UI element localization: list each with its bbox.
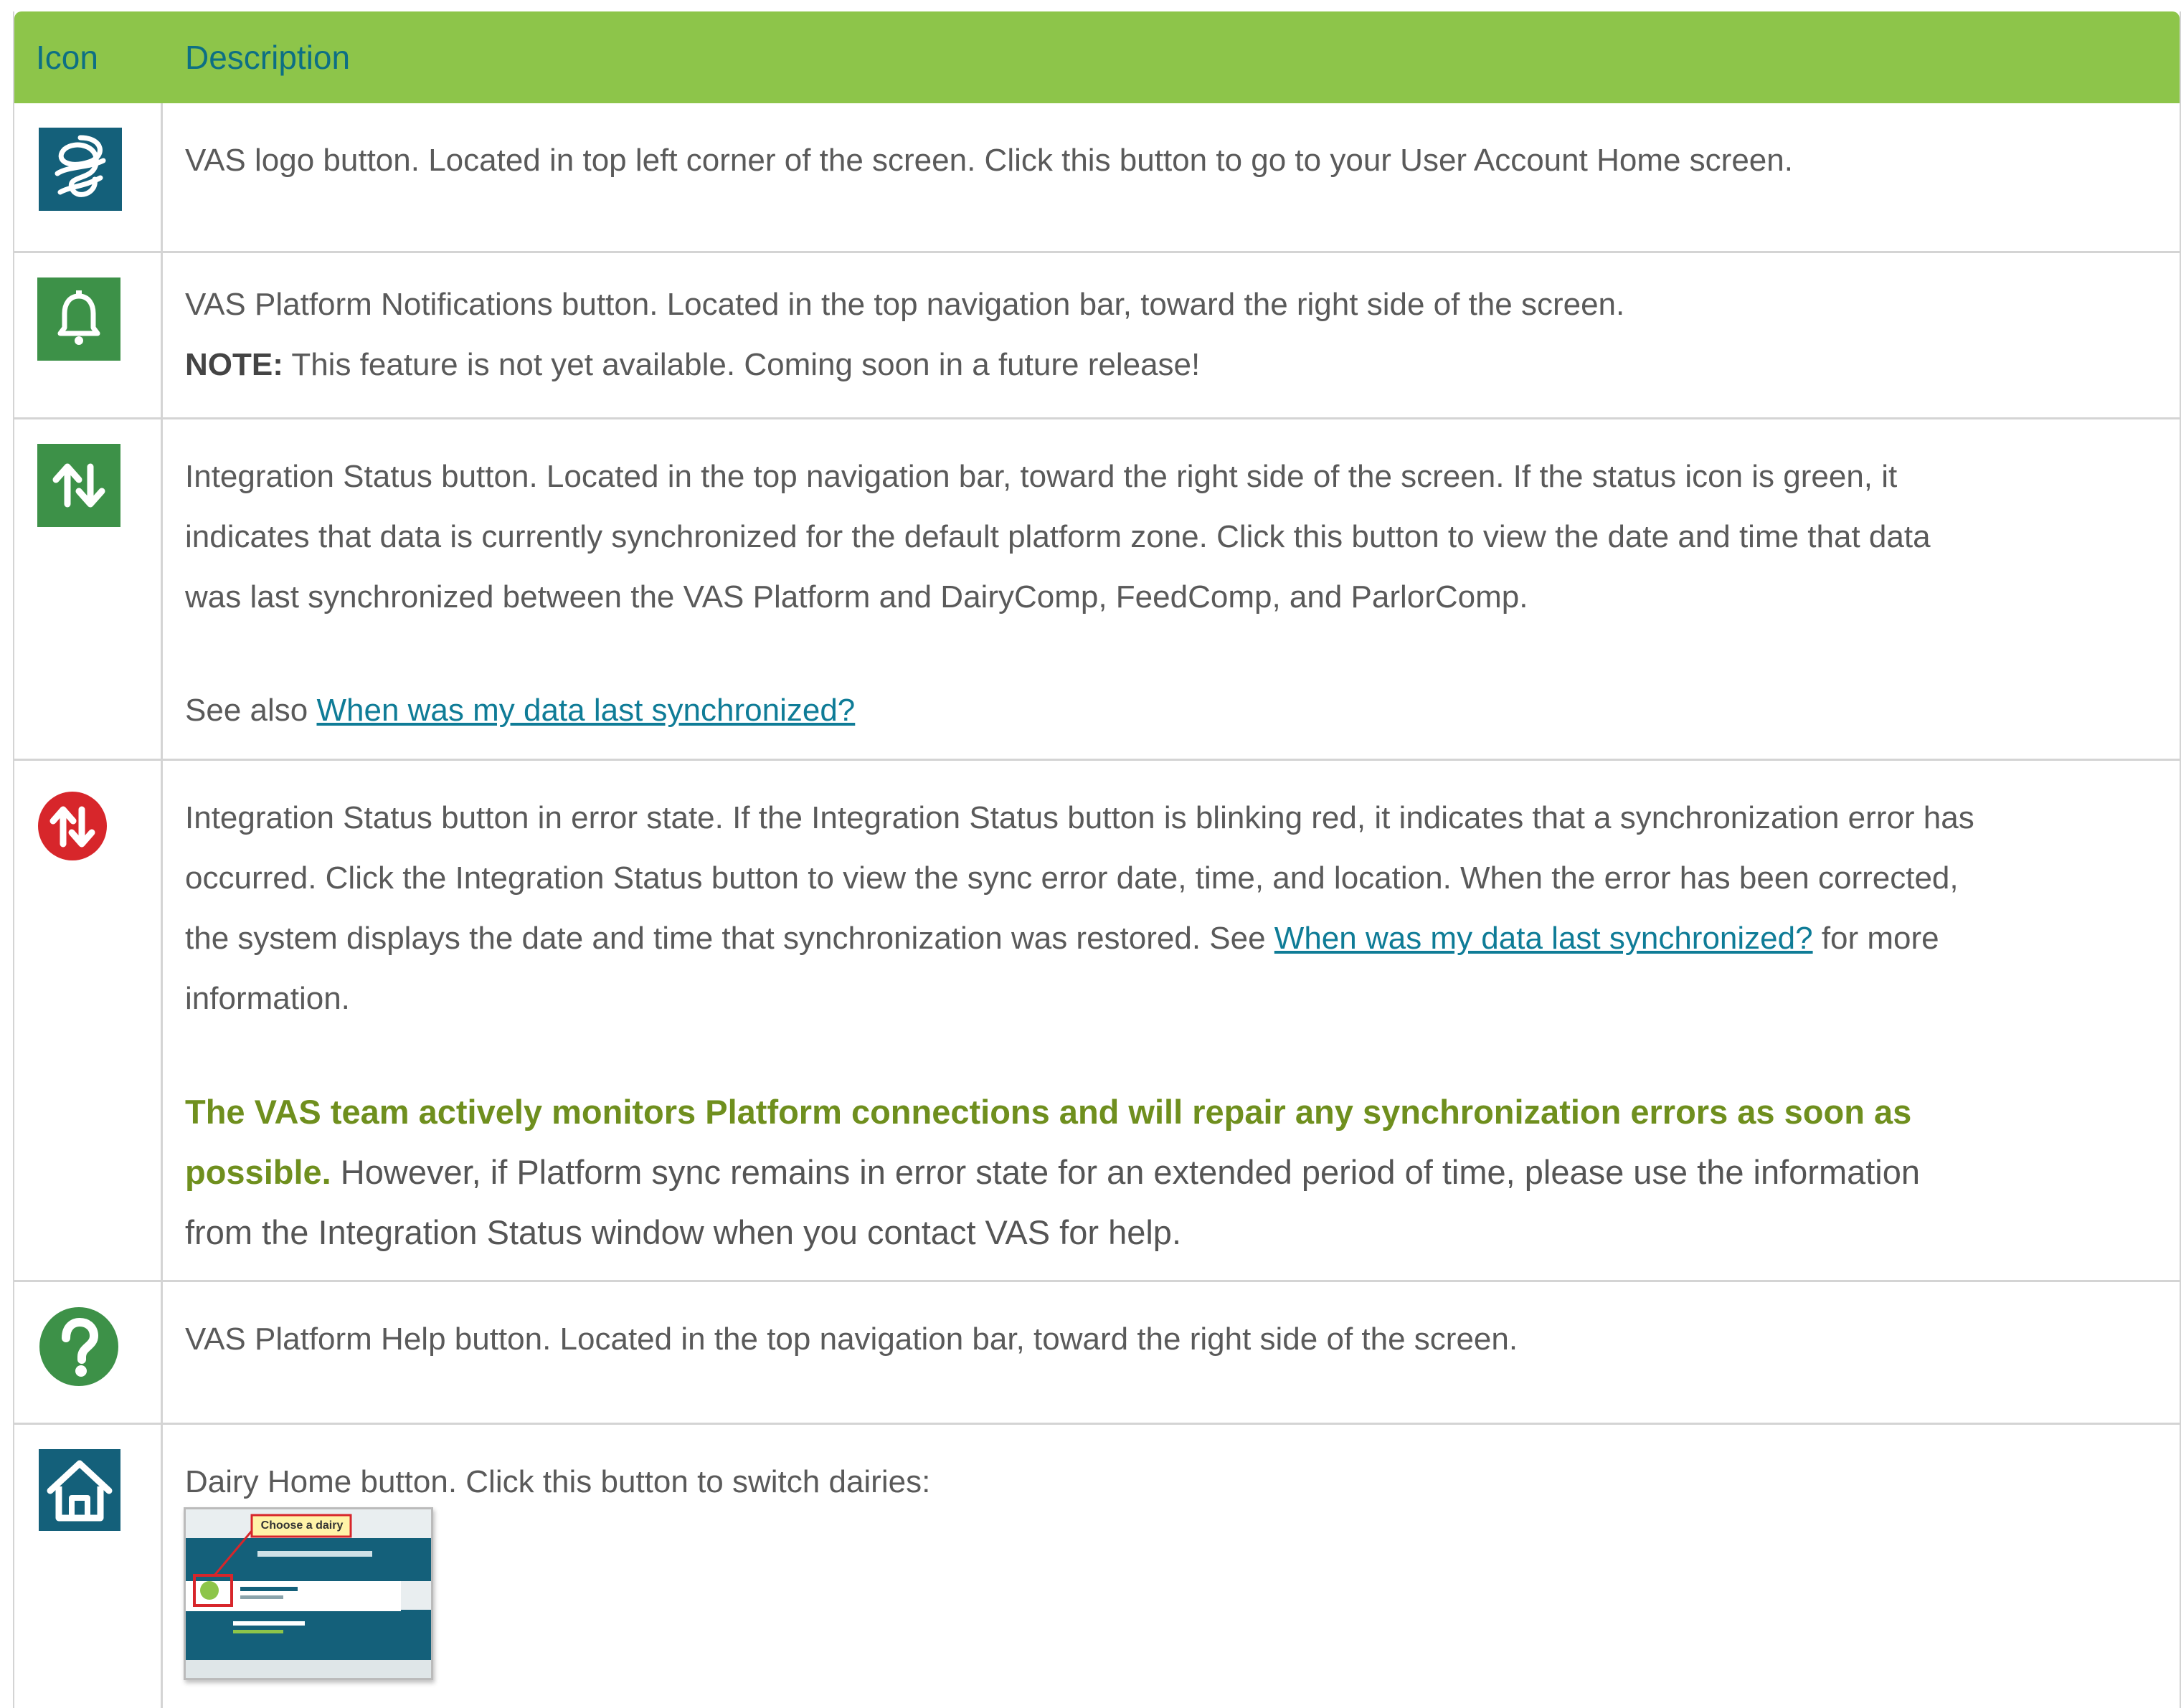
row-description-line: information. [185,981,350,1016]
header-description-column: Description [185,39,351,76]
monitoring-notice-text: However, if Platform sync remains in err… [331,1153,1921,1191]
header-icon-column: Icon [36,39,98,76]
see-also-line: See also When was my data last synchroni… [185,680,2144,741]
table-row: Dairy Home button. Click this button to … [14,1425,2180,1708]
vas-logo-icon [39,128,122,211]
row-note: NOTE: This feature is not yet available.… [185,335,2144,395]
monitoring-notice-bold: possible. [185,1153,331,1191]
sync-error-icon [37,791,108,861]
row-description: VAS Platform Help button. Located in the… [185,1322,1518,1357]
row-description-line: the system displays the date and time th… [185,908,2144,969]
table-row: VAS Platform Help button. Located in the… [14,1282,2180,1425]
monitoring-notice-bold: The VAS team actively monitors Platform … [185,1093,1912,1131]
see-also-prefix: See also [185,693,317,728]
table-header: Icon Description [14,11,2180,103]
row-description: VAS Platform Notifications button. Locat… [185,287,1625,322]
table-row: Integration Status button in error state… [14,761,2180,1282]
table-row: VAS Platform Notifications button. Locat… [14,253,2180,419]
icon-reference-table: Icon Description VAS logo button. Locate… [13,11,2181,1708]
home-icon [39,1449,120,1531]
row-description: Dairy Home button. Click this button to … [185,1464,931,1499]
dairy-switcher-screenshot: Choose a dairy [184,1507,433,1680]
monitoring-notice-line: possible. However, if Platform sync rema… [185,1142,2144,1202]
data-sync-help-link[interactable]: When was my data last synchronized? [1274,921,1813,956]
help-icon [39,1306,119,1387]
choose-dairy-callout: Choose a dairy [260,1519,344,1532]
row-description-line: was last synchronized between the VAS Pl… [185,579,1528,615]
sync-arrows-icon [37,444,120,527]
table-row: VAS logo button. Located in top left cor… [14,103,2180,253]
row-description-line: Integration Status button. Located in th… [185,459,1898,494]
note-text: This feature is not yet available. Comin… [283,347,1201,382]
row-description: VAS logo button. Located in top left cor… [185,143,1793,178]
table-row: Integration Status button. Located in th… [14,419,2180,761]
monitoring-notice-line: from the Integration Status window when … [185,1213,1182,1251]
bell-icon [37,277,120,361]
monitoring-notice-line: The VAS team actively monitors Platform … [185,1082,2144,1142]
line-suffix: for more [1812,921,1939,956]
row-description-line: indicates that data is currently synchro… [185,519,1931,554]
note-label: NOTE: [185,347,283,382]
data-sync-help-link[interactable]: When was my data last synchronized? [316,693,855,728]
row-description-line: Integration Status button in error state… [185,800,1974,835]
line-prefix: the system displays the date and time th… [185,921,1274,956]
row-description-line: occurred. Click the Integration Status b… [185,860,1959,896]
